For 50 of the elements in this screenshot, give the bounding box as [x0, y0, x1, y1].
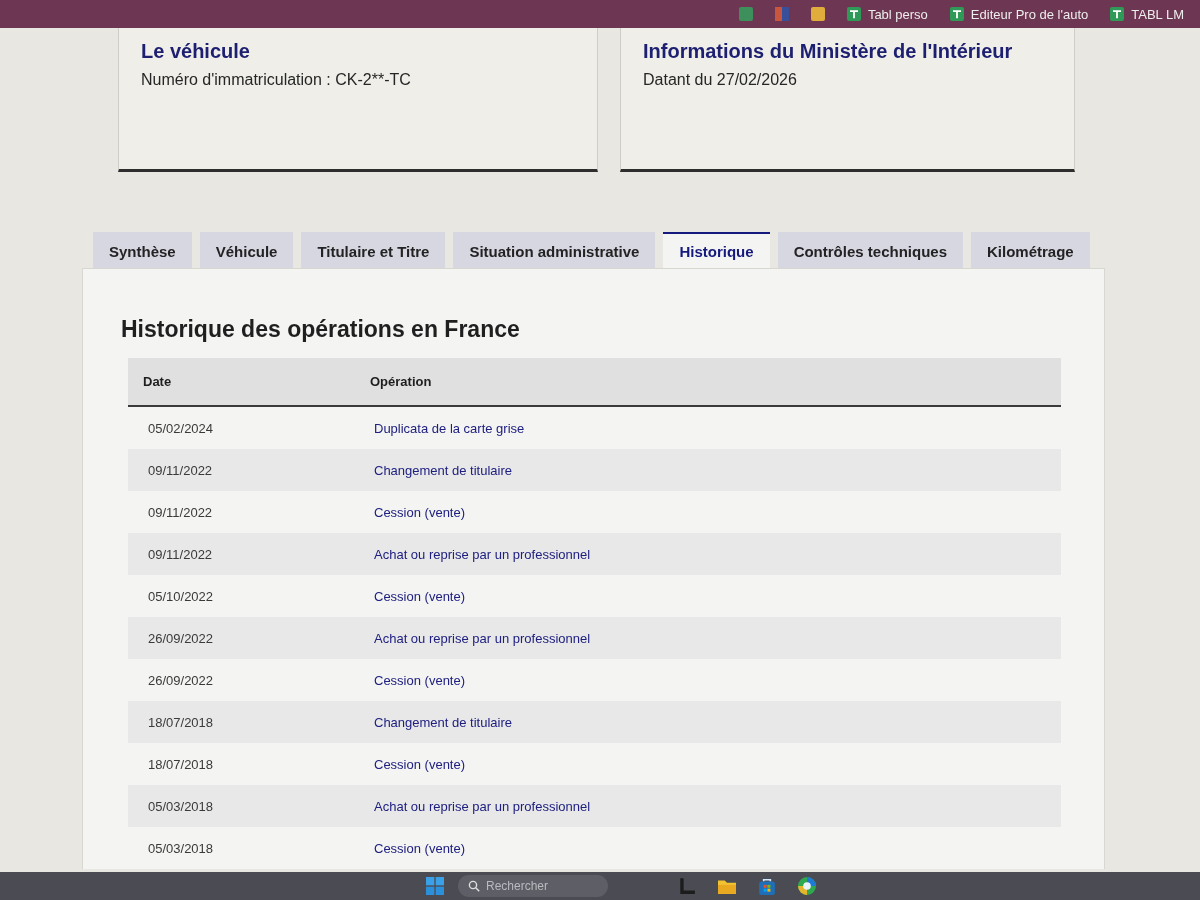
operation-cell-text: Cession (vente) [373, 588, 467, 604]
operation-cell-text: Cession (vente) [373, 504, 467, 520]
date-cell-text: 05/10/2022 [147, 588, 215, 604]
operation-cell-text: Changement de titulaire [373, 714, 514, 730]
tile-icon [949, 7, 964, 21]
date-cell-text: 09/11/2022 [147, 546, 214, 562]
section-heading: Historique des opérations en France [121, 315, 520, 344]
operation-cell-text: Duplicata de la carte grise [373, 420, 526, 436]
date-cell-text: 26/09/2022 [147, 672, 215, 688]
tab[interactable]: Kilométrage [971, 232, 1090, 268]
shopping-bag-icon[interactable] [758, 877, 776, 895]
column-header: Date [142, 374, 173, 389]
tile-icon [846, 7, 861, 21]
windows-logo-icon[interactable] [426, 877, 444, 895]
folder-icon[interactable] [718, 877, 736, 895]
bookmark-link[interactable]: TABL LM [1110, 6, 1184, 22]
tab[interactable]: Titulaire et Titre [301, 232, 446, 268]
operation-cell-text: Cession (vente) [373, 756, 467, 772]
swirl-icon[interactable] [798, 877, 816, 895]
card-title: Informations du Ministère de l'Intérieur [643, 40, 1013, 63]
bookmark-link[interactable]: Tabl perso [846, 6, 928, 22]
bookmark-link[interactable]: Editeur Pro de l'auto [949, 6, 1089, 22]
operation-cell-text: Achat ou reprise par un professionnel [373, 630, 592, 646]
search-field[interactable]: Rechercher [458, 875, 608, 897]
operation-cell-text: Achat ou reprise par un professionnel [373, 798, 592, 814]
search-icon [468, 880, 480, 892]
date-cell-text: 26/09/2022 [147, 630, 215, 646]
favicon-icon[interactable] [810, 7, 825, 21]
tab[interactable]: Véhicule [199, 232, 294, 268]
tab[interactable]: Synthèse [93, 232, 192, 268]
card-text: Datant du 27/02/2026 [643, 71, 797, 89]
date-cell-text: 18/07/2018 [147, 756, 215, 772]
operation-cell-text: Achat ou reprise par un professionnel [373, 546, 592, 562]
date-cell-text: 05/03/2018 [147, 840, 215, 856]
tab[interactable]: Historique [663, 232, 770, 268]
date-cell-text: 05/02/2024 [147, 420, 215, 436]
tab[interactable]: Contrôles techniques [777, 232, 963, 268]
tab[interactable]: Situation administrative [453, 232, 656, 268]
date-cell-text: 09/11/2022 [147, 462, 214, 478]
date-cell-text: 09/11/2022 [147, 504, 214, 520]
column-header: Opération [370, 374, 433, 389]
operation-cell-text: Changement de titulaire [373, 462, 514, 478]
date-cell-text: 05/03/2018 [147, 798, 215, 814]
card-text: Numéro d'immatriculation : CK-2**-TC [141, 71, 411, 89]
favicon-icon[interactable] [738, 7, 753, 21]
operation-cell-text: Cession (vente) [373, 840, 467, 856]
date-cell-text: 18/07/2018 [147, 714, 215, 730]
card-title: Le véhicule [141, 40, 250, 63]
tile-icon [1110, 7, 1125, 21]
operation-cell-text: Cession (vente) [373, 672, 467, 688]
